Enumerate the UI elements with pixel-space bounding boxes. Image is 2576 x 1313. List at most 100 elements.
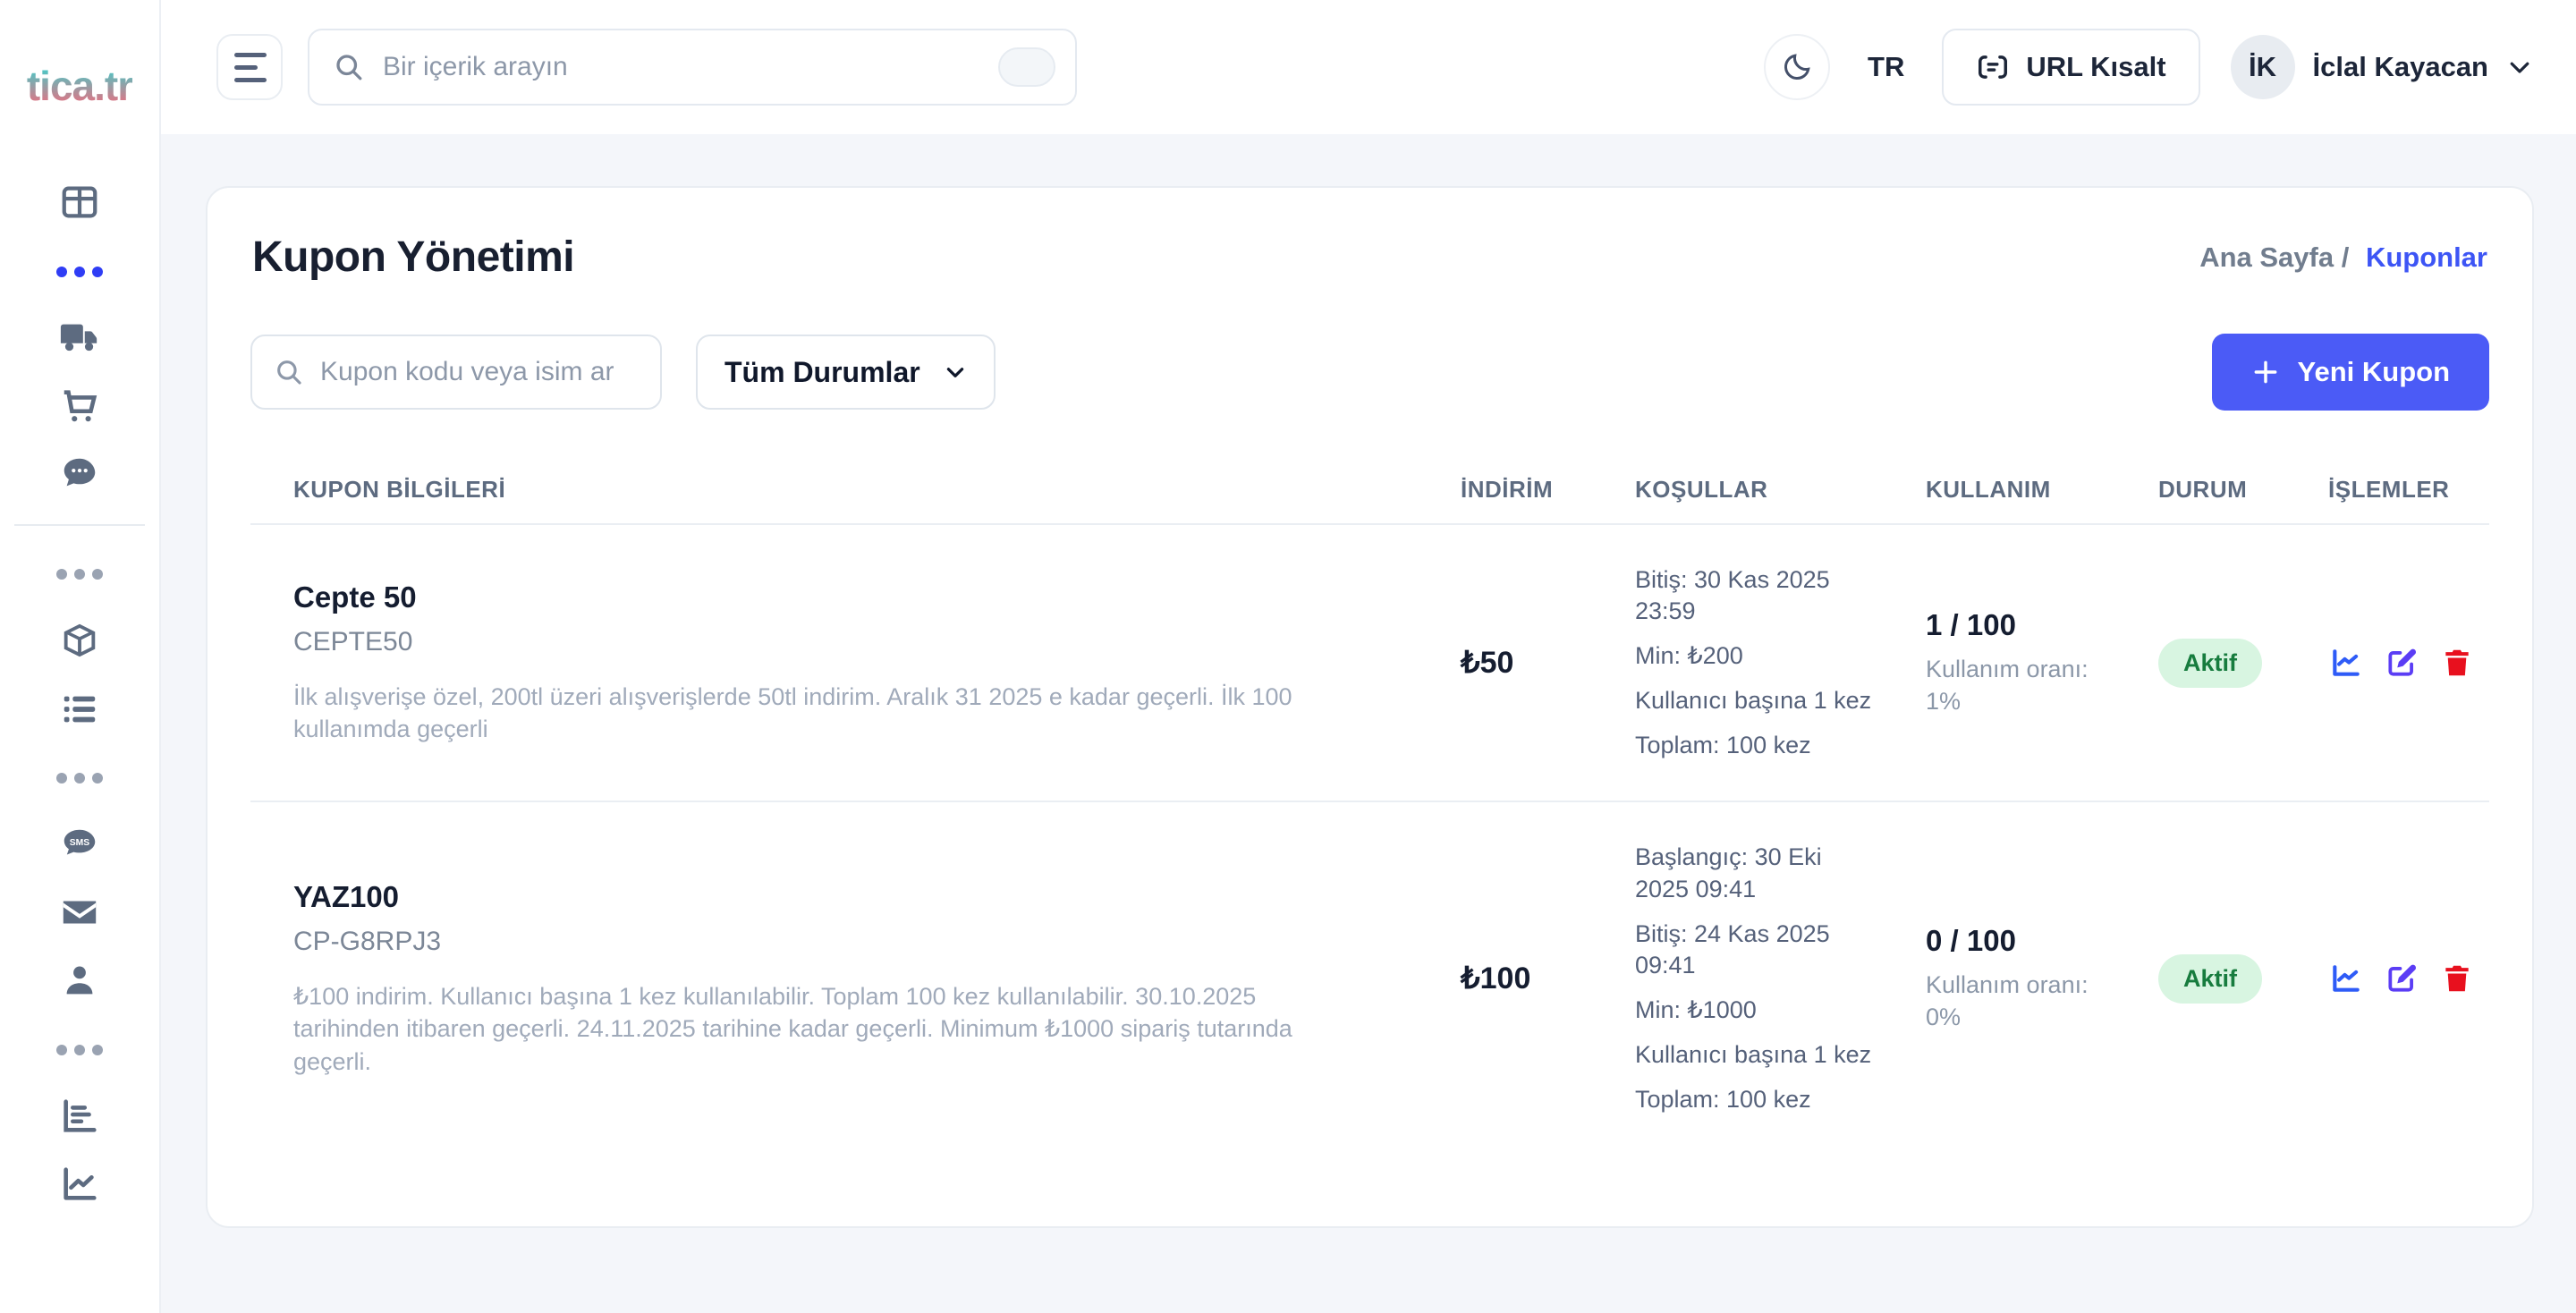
usage-cell: 1 / 100 Kullanım oranı: 1% <box>1881 608 2114 718</box>
stats-button[interactable] <box>2328 961 2364 996</box>
line-chart-icon <box>2329 961 2363 995</box>
global-search <box>308 29 1077 106</box>
sidebar-item-catalog[interactable] <box>38 676 121 744</box>
status-badge: Aktif <box>2158 954 2262 1004</box>
condition-line: Bitiş: 30 Kas 2025 23:59 <box>1635 564 1881 627</box>
conditions-cell: Başlangıç: 30 Eki 2025 09:41 Bitiş: 24 K… <box>1590 842 1881 1115</box>
sidebar-nav: SMS <box>14 170 145 1220</box>
truck-icon <box>59 318 100 363</box>
usage-cell: 0 / 100 Kullanım oranı: 0% <box>1881 924 2114 1034</box>
edit-button[interactable] <box>2384 961 2419 996</box>
new-coupon-button[interactable]: Yeni Kupon <box>2212 334 2490 411</box>
brand-logo[interactable]: tica.tr <box>27 52 132 120</box>
condition-line: Kullanıcı başına 1 kez <box>1635 685 1881 716</box>
breadcrumb-root[interactable]: Ana Sayfa / <box>2199 241 2349 273</box>
table-header-row: Kupon Bilgileri İndirim Koşullar Kullanı… <box>250 455 2489 523</box>
column-header-usage: Kullanım <box>1881 476 2114 504</box>
edit-icon <box>2385 646 2419 680</box>
menu-toggle-button[interactable] <box>216 34 283 100</box>
condition-line: Min: ₺1000 <box>1635 995 1881 1026</box>
column-header-discount: İndirim <box>1416 476 1590 504</box>
delete-button[interactable] <box>2439 645 2475 681</box>
sidebar-item-shipping[interactable] <box>38 306 121 374</box>
url-shorten-icon <box>1976 50 2010 84</box>
edit-button[interactable] <box>2384 645 2419 681</box>
user-icon <box>59 960 100 1005</box>
sidebar-item-mail[interactable] <box>38 880 121 948</box>
condition-line: Toplam: 100 kez <box>1635 730 1881 761</box>
chat-icon <box>59 453 100 499</box>
sidebar-item-dashboard[interactable] <box>38 170 121 238</box>
shortcut-pill <box>998 47 1055 87</box>
package-icon <box>59 620 100 665</box>
edit-icon <box>2385 961 2419 995</box>
sidebar-item-orders[interactable] <box>38 374 121 442</box>
line-chart-icon <box>59 1164 100 1209</box>
cart-icon <box>59 385 100 431</box>
dashboard-grid-icon <box>59 182 100 227</box>
discount-cell: ₺50 <box>1416 645 1590 681</box>
sidebar-item-customers[interactable] <box>38 948 121 1016</box>
trash-icon <box>2440 961 2474 995</box>
mail-icon <box>59 892 100 937</box>
coupon-search-input[interactable] <box>320 357 665 387</box>
sidebar-item-reports[interactable] <box>38 1084 121 1152</box>
global-search-input[interactable] <box>383 52 980 82</box>
sidebar-item-comments[interactable] <box>38 442 121 510</box>
ellipsis-icon <box>56 773 103 784</box>
sidebar-item-coupons-active[interactable] <box>38 238 121 306</box>
sidebar: tica.tr <box>0 0 161 1313</box>
url-shorten-label: URL Kısalt <box>2026 51 2165 83</box>
breadcrumb-current[interactable]: Kuponlar <box>2366 241 2487 273</box>
topbar-right: TR URL Kısalt İK İclal Kayacan <box>1764 29 2533 106</box>
ellipsis-icon <box>56 1045 103 1055</box>
discount-value: ₺100 <box>1461 961 1530 995</box>
usage-count: 1 / 100 <box>1926 608 2114 642</box>
content: Kupon Yönetimi Ana Sayfa / Kuponlar Tüm … <box>161 134 2576 1313</box>
sidebar-item-more-3[interactable] <box>38 1016 121 1084</box>
condition-line: Min: ₺200 <box>1635 640 1881 672</box>
chevron-down-icon <box>2506 54 2533 80</box>
coupon-info-cell: YAZ100 CP-G8RPJ3 ₺100 indirim. Kullanıcı… <box>250 880 1416 1078</box>
ellipsis-icon <box>56 569 103 580</box>
delete-button[interactable] <box>2439 961 2475 996</box>
sidebar-divider <box>14 524 145 526</box>
usage-rate: Kullanım oranı: 1% <box>1926 653 2114 718</box>
sidebar-item-analytics[interactable] <box>38 1152 121 1220</box>
sidebar-item-products[interactable] <box>38 608 121 676</box>
coupon-table: Kupon Bilgileri İndirim Koşullar Kullanı… <box>250 455 2489 1155</box>
coupon-name: YAZ100 <box>293 880 1416 914</box>
sidebar-item-more-2[interactable] <box>38 744 121 812</box>
main-area: TR URL Kısalt İK İclal Kayacan Kupon Yön… <box>161 0 2576 1313</box>
coupon-info-cell: Cepte 50 CEPTE50 İlk alışverişe özel, 20… <box>250 580 1416 746</box>
coupon-description: ₺100 indirim. Kullanıcı başına 1 kez kul… <box>293 980 1358 1078</box>
table-row: YAZ100 CP-G8RPJ3 ₺100 indirim. Kullanıcı… <box>250 802 2489 1155</box>
status-badge: Aktif <box>2158 639 2262 688</box>
status-cell: Aktif <box>2114 954 2284 1004</box>
chevron-down-icon <box>944 360 967 384</box>
status-filter-select[interactable]: Tüm Durumlar <box>696 335 996 410</box>
user-menu[interactable]: İK İclal Kayacan <box>2231 35 2533 99</box>
filter-row: Tüm Durumlar Yeni Kupon <box>250 334 2489 411</box>
usage-count: 0 / 100 <box>1926 924 2114 958</box>
status-cell: Aktif <box>2114 639 2284 688</box>
stats-button[interactable] <box>2328 645 2364 681</box>
coupon-description: İlk alışverişe özel, 200tl üzeri alışver… <box>293 681 1358 746</box>
list-icon <box>59 688 100 733</box>
sidebar-item-more-1[interactable] <box>38 540 121 608</box>
bar-chart-icon <box>59 1096 100 1141</box>
sidebar-item-sms[interactable]: SMS <box>38 812 121 880</box>
conditions-cell: Bitiş: 30 Kas 2025 23:59 Min: ₺200 Kulla… <box>1590 564 1881 761</box>
usage-rate-value: 1% <box>1926 685 2114 717</box>
trash-icon <box>2440 646 2474 680</box>
breadcrumb: Ana Sayfa / Kuponlar <box>2199 241 2487 274</box>
status-filter-value: Tüm Durumlar <box>724 356 920 389</box>
actions-cell <box>2284 961 2489 996</box>
topbar: TR URL Kısalt İK İclal Kayacan <box>161 0 2576 134</box>
language-switcher[interactable]: TR <box>1860 51 1911 83</box>
coupon-card: Kupon Yönetimi Ana Sayfa / Kuponlar Tüm … <box>206 186 2534 1228</box>
url-shorten-button[interactable]: URL Kısalt <box>1942 29 2199 106</box>
dark-mode-toggle[interactable] <box>1764 34 1830 100</box>
usage-rate-value: 0% <box>1926 1001 2114 1033</box>
usage-rate: Kullanım oranı: 0% <box>1926 969 2114 1034</box>
